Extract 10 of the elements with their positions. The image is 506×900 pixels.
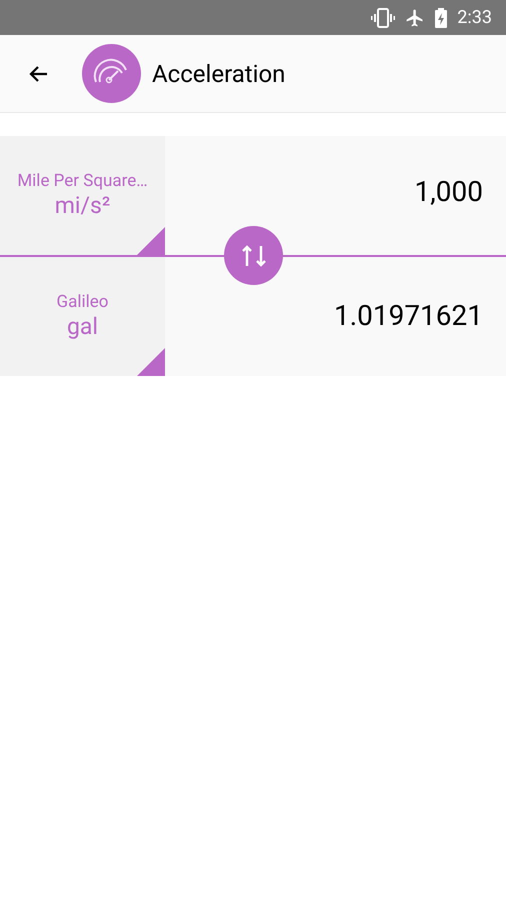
swap-arrows-icon	[240, 244, 266, 268]
corner-triangle-icon	[137, 348, 165, 376]
status-time: 2:33	[457, 6, 492, 30]
vibrate-icon	[371, 8, 396, 28]
value-field[interactable]: 1.01971621	[165, 257, 506, 376]
speedometer-icon	[82, 44, 141, 103]
airplane-icon	[405, 8, 426, 28]
screen-title: Acceleration	[152, 58, 286, 90]
value-field[interactable]: 1,000	[165, 136, 506, 255]
battery-icon	[435, 8, 448, 28]
